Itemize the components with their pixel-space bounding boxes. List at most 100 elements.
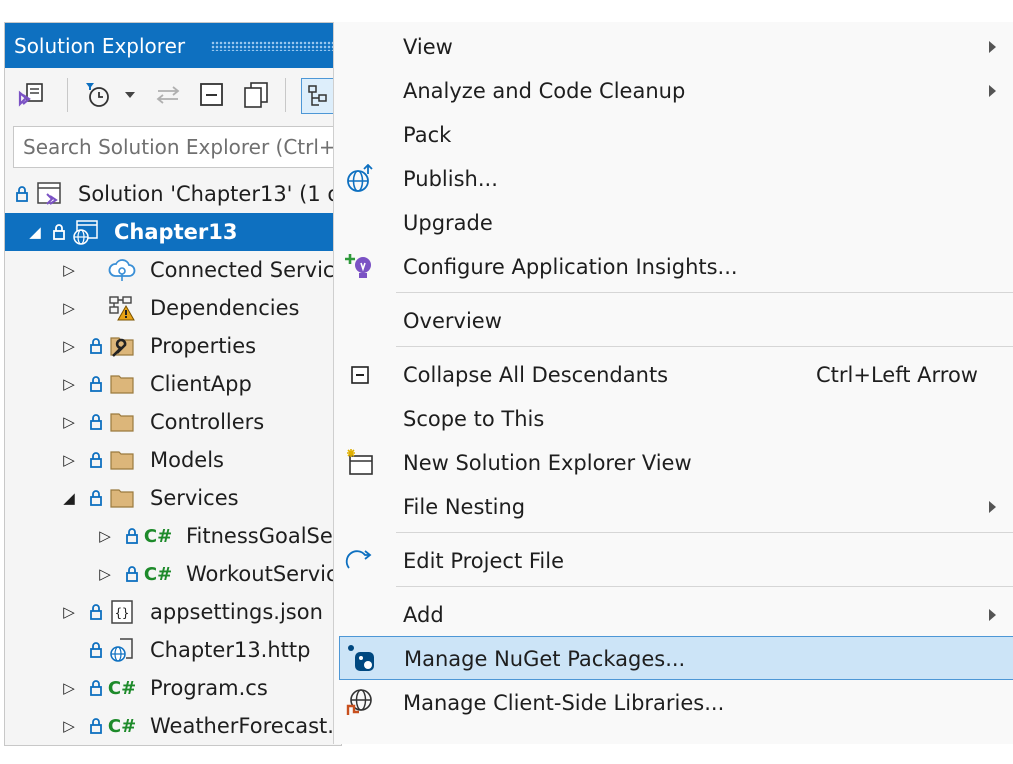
submenu-arrow-icon xyxy=(989,41,996,53)
folder-icon xyxy=(108,479,136,517)
solution-explorer-title-bar[interactable]: Solution Explorer xyxy=(5,23,341,68)
switch-views-icon[interactable] xyxy=(17,80,47,110)
pending-changes-filter-icon[interactable] xyxy=(83,80,113,110)
lock-icon xyxy=(124,517,140,555)
folder-icon xyxy=(108,441,136,479)
menu-separator xyxy=(396,292,1013,293)
tree-item-weatherforecast[interactable]: ▷ C# WeatherForecast.cs xyxy=(5,707,341,745)
menu-item-file-nesting[interactable]: File Nesting xyxy=(334,485,1013,529)
new-view-icon xyxy=(344,447,376,479)
tree-item-controllers[interactable]: ▷ Controllers xyxy=(5,403,341,441)
csharp-file-icon: C# xyxy=(143,525,173,547)
menu-item-configure-app-insights[interactable]: Configure Application Insights... xyxy=(334,245,1013,289)
tree-item-label: WeatherForecast.cs xyxy=(150,714,341,738)
lock-icon xyxy=(88,479,104,517)
menu-separator xyxy=(396,586,1013,587)
http-file-icon xyxy=(108,631,136,669)
menu-item-label: Scope to This xyxy=(403,407,545,431)
menu-item-label: View xyxy=(403,35,453,59)
menu-item-label: Add xyxy=(403,603,444,627)
menu-item-add[interactable]: Add xyxy=(334,593,1013,637)
lock-icon xyxy=(88,327,104,365)
menu-item-upgrade[interactable]: Upgrade xyxy=(334,201,1013,245)
tree-item-dependencies[interactable]: ▷ Dependencies xyxy=(5,289,341,327)
tree-item-label: Program.cs xyxy=(150,676,268,700)
menu-item-new-solution-explorer-view[interactable]: New Solution Explorer View xyxy=(334,441,1013,485)
sync-with-active-document-icon[interactable] xyxy=(153,80,183,110)
collapsed-arrow-icon[interactable]: ▷ xyxy=(61,403,77,441)
tree-item-program[interactable]: ▷ C# Program.cs xyxy=(5,669,341,707)
solution-icon xyxy=(36,175,64,213)
menu-item-manage-nuget-packages[interactable]: Manage NuGet Packages... xyxy=(339,636,1013,680)
dependencies-warning-icon xyxy=(108,289,136,327)
tree-item-label: Controllers xyxy=(150,410,265,434)
collapse-all-icon[interactable] xyxy=(197,80,227,110)
menu-item-view[interactable]: View xyxy=(334,25,1013,69)
lock-icon xyxy=(88,631,104,669)
tree-item-label: Dependencies xyxy=(150,296,300,320)
menu-item-scope-to-this[interactable]: Scope to This xyxy=(334,397,1013,441)
collapsed-arrow-icon[interactable]: ▷ xyxy=(97,555,113,593)
menu-separator xyxy=(396,532,1013,533)
search-input[interactable] xyxy=(13,126,341,168)
menu-item-label: Publish... xyxy=(403,167,498,191)
tree-item-label: appsettings.json xyxy=(150,600,323,624)
show-all-files-icon[interactable] xyxy=(241,80,271,110)
submenu-arrow-icon xyxy=(989,501,996,513)
tree-item-services[interactable]: ◢ Services xyxy=(5,479,341,517)
menu-item-edit-project-file[interactable]: Edit Project File xyxy=(334,539,1013,583)
tree-item-solution[interactable]: Solution 'Chapter13' (1 of 1 project) xyxy=(5,175,341,213)
publish-globe-icon xyxy=(344,163,376,195)
lock-icon xyxy=(14,175,30,213)
menu-item-label: Edit Project File xyxy=(403,549,565,573)
tree-item-fitnessgoalservice[interactable]: ▷ C# FitnessGoalService.cs xyxy=(5,517,341,555)
collapsed-arrow-icon[interactable]: ▷ xyxy=(97,517,113,555)
collapsed-arrow-icon[interactable]: ▷ xyxy=(61,327,77,365)
menu-item-analyze-code-cleanup[interactable]: Analyze and Code Cleanup xyxy=(334,69,1013,113)
folder-icon xyxy=(108,403,136,441)
toolbar-separator xyxy=(67,78,68,112)
collapsed-arrow-icon[interactable]: ▷ xyxy=(61,707,77,745)
collapsed-arrow-icon[interactable]: ▷ xyxy=(61,365,77,403)
tree-item-appsettings[interactable]: ▷ {} appsettings.json xyxy=(5,593,341,631)
tree-item-project-chapter13[interactable]: ◢ Chapter13 xyxy=(5,213,341,251)
collapsed-arrow-icon[interactable]: ▷ xyxy=(61,593,77,631)
tree-item-models[interactable]: ▷ Models xyxy=(5,441,341,479)
context-menu: View Analyze and Code Cleanup Pack Publi… xyxy=(333,22,1013,744)
menu-item-label: Manage Client-Side Libraries... xyxy=(403,691,725,715)
properties-tree-icon[interactable] xyxy=(301,78,337,114)
tree-item-label: Chapter13 xyxy=(114,220,238,244)
menu-item-pack[interactable]: Pack xyxy=(334,113,1013,157)
nuget-icon xyxy=(345,642,377,674)
collapsed-arrow-icon[interactable]: ▷ xyxy=(61,669,77,707)
collapsed-arrow-icon[interactable]: ▷ xyxy=(61,251,77,289)
collapsed-arrow-icon[interactable]: ▷ xyxy=(61,441,77,479)
lock-icon xyxy=(88,441,104,479)
expanded-arrow-icon[interactable]: ◢ xyxy=(27,213,43,251)
tree-item-label: ClientApp xyxy=(150,372,252,396)
lock-icon xyxy=(88,707,104,745)
drag-grip[interactable] xyxy=(211,41,337,51)
menu-item-label: Pack xyxy=(403,123,452,147)
lock-icon xyxy=(88,593,104,631)
tree-item-clientapp[interactable]: ▷ ClientApp xyxy=(5,365,341,403)
lock-icon xyxy=(88,365,104,403)
folder-icon xyxy=(108,365,136,403)
menu-item-label: Analyze and Code Cleanup xyxy=(403,79,686,103)
tree-item-workoutservice[interactable]: ▷ C# WorkoutService.cs xyxy=(5,555,341,593)
menu-item-overview[interactable]: Overview xyxy=(334,299,1013,343)
menu-item-manage-client-side-libraries[interactable]: Manage Client-Side Libraries... xyxy=(334,681,1013,725)
menu-item-publish[interactable]: Publish... xyxy=(334,157,1013,201)
menu-item-label: New Solution Explorer View xyxy=(403,451,692,475)
tree-item-http-file[interactable]: Chapter13.http xyxy=(5,631,341,669)
menu-item-collapse-all-descendants[interactable]: Collapse All Descendants Ctrl+Left Arrow xyxy=(334,353,1013,397)
lock-icon xyxy=(124,555,140,593)
chevron-down-icon[interactable] xyxy=(121,80,139,110)
collapsed-arrow-icon[interactable]: ▷ xyxy=(61,289,77,327)
expanded-arrow-icon[interactable]: ◢ xyxy=(61,479,77,517)
tree-item-label: FitnessGoalService.cs xyxy=(186,524,341,548)
tree-item-connected-services[interactable]: ▷ Connected Services xyxy=(5,251,341,289)
tree-item-properties[interactable]: ▷ Properties xyxy=(5,327,341,365)
menu-item-label: Manage NuGet Packages... xyxy=(404,647,686,671)
lock-icon xyxy=(88,669,104,707)
